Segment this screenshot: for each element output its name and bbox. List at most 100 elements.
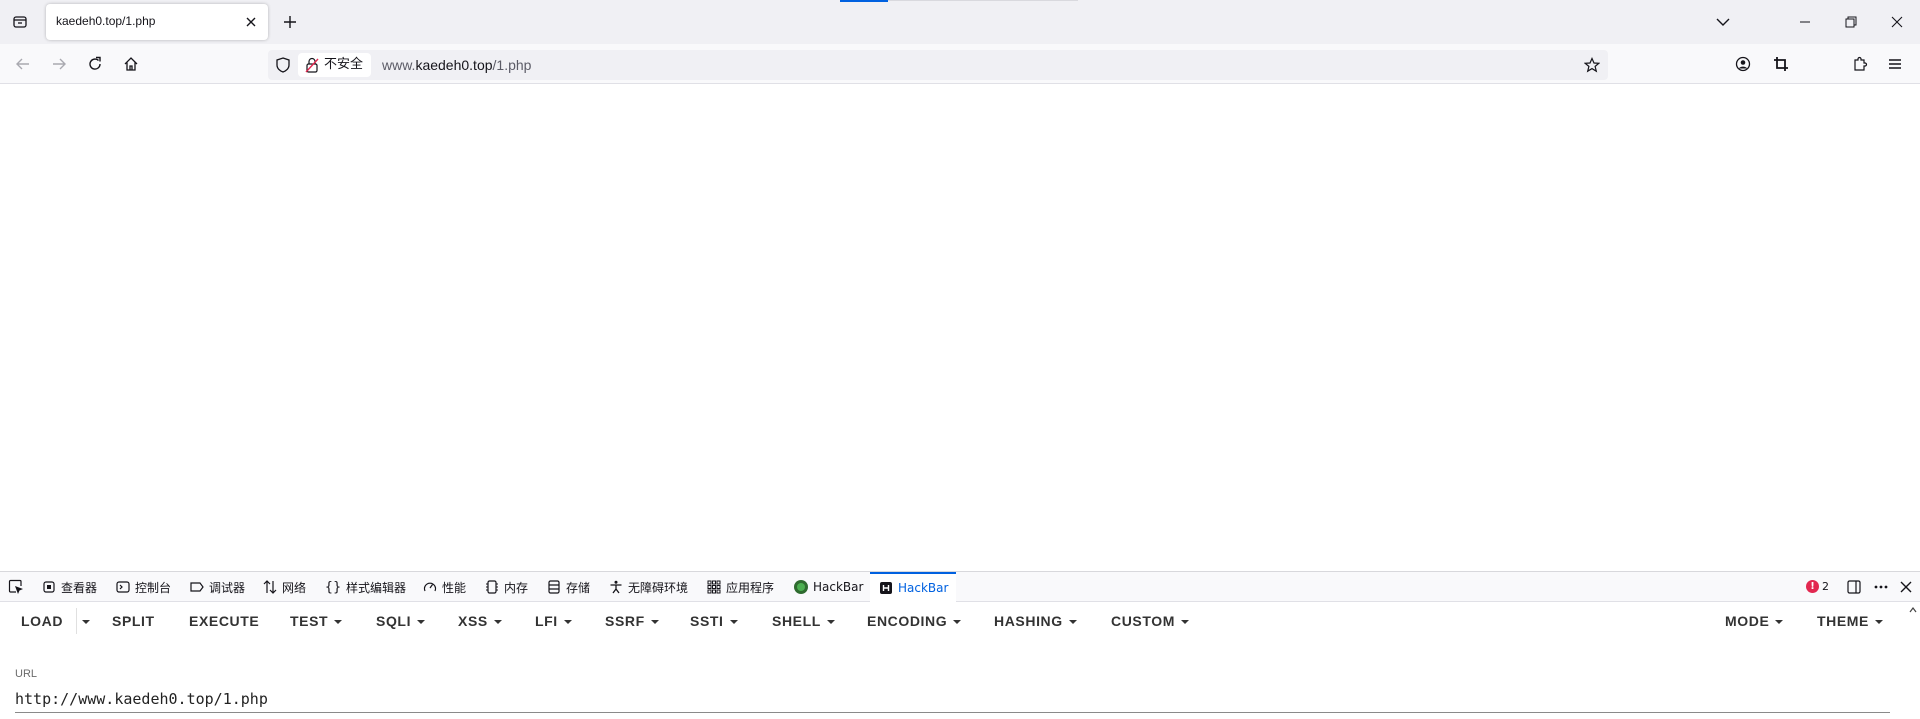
devtools-tab-debugger[interactable]: 调试器: [189, 572, 245, 602]
ssti-menu-button[interactable]: SSTI: [690, 613, 738, 629]
tracking-protection-shield-icon[interactable]: [274, 56, 292, 74]
url-host: kaedeh0.top: [415, 57, 493, 73]
url-prefix: www.: [382, 57, 416, 73]
devtools-tab-console[interactable]: 控制台: [115, 572, 171, 602]
lfi-menu-button[interactable]: LFI: [535, 613, 572, 629]
devtools-tab-label: 性能: [442, 580, 467, 595]
test-menu-button[interactable]: TEST: [290, 613, 343, 629]
mode-label: MODE: [1725, 613, 1770, 629]
close-icon[interactable]: [242, 13, 260, 31]
sqli-label: SQLI: [376, 613, 412, 629]
devtools-tab-network[interactable]: 网络: [262, 572, 306, 602]
connection-insecure-indicator[interactable]: 不安全: [298, 53, 372, 77]
error-count: 2: [1822, 580, 1829, 593]
devtools-tab-label: 应用程序: [726, 580, 775, 595]
theme-label: THEME: [1817, 613, 1869, 629]
devtools-tab-label: 网络: [282, 580, 307, 595]
load-button[interactable]: LOAD: [21, 613, 63, 629]
ssrf-menu-button[interactable]: SSRF: [605, 613, 659, 629]
chevron-down-icon[interactable]: [1708, 10, 1738, 34]
devtools-tab-memory[interactable]: 内存: [484, 572, 528, 602]
error-count-badge[interactable]: ! 2: [1806, 580, 1829, 593]
devtools-tab-accessibility[interactable]: 无障碍环境: [608, 572, 688, 602]
hackbar-green-icon: [793, 579, 809, 595]
devtools-tab-label: 控制台: [135, 580, 172, 595]
devtools-tab-style-editor[interactable]: {} 样式编辑器: [324, 572, 406, 602]
tab-strip-indicator: [840, 0, 888, 2]
load-dropdown-caret-icon[interactable]: [82, 620, 90, 624]
devtools-tab-bar: 查看器 控制台 调试器 网络 {} 样式编辑器 性能 内存 存储 无障碍环境 应…: [0, 572, 1920, 602]
accessibility-icon: [608, 579, 624, 595]
arrow-left-icon[interactable]: [11, 52, 35, 76]
dock-side-icon[interactable]: [1844, 578, 1864, 596]
sqli-menu-button[interactable]: SQLI: [376, 613, 426, 629]
caret-down-icon: [563, 620, 572, 625]
hamburger-icon[interactable]: [1883, 52, 1907, 76]
devtools-tab-hackbar-legacy[interactable]: HackBar: [793, 572, 863, 602]
address-bar[interactable]: 不安全 www.kaedeh0.top/1.php: [268, 50, 1608, 80]
home-icon[interactable]: [119, 52, 143, 76]
shell-menu-button[interactable]: SHELL: [772, 613, 835, 629]
caret-down-icon: [953, 620, 962, 625]
xss-label: XSS: [458, 613, 488, 629]
devtools-tab-performance[interactable]: 性能: [422, 572, 466, 602]
devtools-tab-label: 调试器: [209, 580, 246, 595]
devtools-tab-label: 样式编辑器: [346, 580, 407, 595]
devtools-tab-application[interactable]: 应用程序: [706, 572, 774, 602]
reload-icon[interactable]: [83, 52, 107, 76]
url-path: /1.php: [492, 57, 532, 73]
window-close-icon[interactable]: [1882, 10, 1912, 34]
load-split-divider: [76, 608, 77, 634]
caret-down-icon: [1181, 620, 1190, 625]
caret-down-icon: [417, 620, 426, 625]
error-icon: !: [1806, 580, 1819, 593]
caret-down-icon: [1775, 620, 1784, 625]
crop-icon[interactable]: [1769, 52, 1793, 76]
devtools-tab-hackbar[interactable]: HackBar: [870, 572, 957, 602]
devtools-tab-inspector[interactable]: 查看器: [41, 572, 97, 602]
theme-menu-button[interactable]: THEME: [1817, 613, 1883, 629]
element-picker-icon[interactable]: [6, 578, 26, 596]
devtools-tab-label: 无障碍环境: [628, 580, 689, 595]
hashing-menu-button[interactable]: HASHING: [994, 613, 1077, 629]
caret-down-icon: [1068, 620, 1077, 625]
url-text[interactable]: www.kaedeh0.top/1.php: [382, 57, 531, 73]
url-field[interactable]: http://www.kaedeh0.top/1.php: [15, 690, 268, 708]
caret-down-icon: [729, 620, 738, 625]
scroll-up-icon[interactable]: [1909, 606, 1917, 614]
ssrf-label: SSRF: [605, 613, 645, 629]
hackbar-scrollbar[interactable]: [1906, 602, 1920, 719]
performance-icon: [422, 579, 438, 595]
star-icon[interactable]: [1582, 55, 1602, 75]
plus-icon[interactable]: [278, 12, 302, 32]
mode-menu-button[interactable]: MODE: [1725, 613, 1784, 629]
devtools-tab-storage[interactable]: 存储: [546, 572, 590, 602]
caret-down-icon: [1875, 620, 1883, 625]
inspector-icon: [41, 579, 57, 595]
insecure-lock-icon: [305, 57, 319, 73]
custom-label: CUSTOM: [1111, 613, 1176, 629]
hashing-label: HASHING: [994, 613, 1063, 629]
puzzle-icon[interactable]: [1848, 52, 1872, 76]
devtools-tab-label: 查看器: [61, 580, 98, 595]
close-devtools-icon[interactable]: [1896, 578, 1916, 596]
xss-menu-button[interactable]: XSS: [458, 613, 502, 629]
restore-icon[interactable]: [1836, 10, 1866, 34]
insecure-label: 不安全: [324, 57, 364, 72]
more-options-icon[interactable]: [1871, 578, 1891, 596]
application-icon: [706, 579, 722, 595]
browser-tab[interactable]: kaedeh0.top/1.php: [46, 4, 268, 40]
account-icon[interactable]: [1731, 52, 1755, 76]
list-all-tabs-icon[interactable]: [8, 12, 32, 32]
devtools-tab-label: 内存: [504, 580, 529, 595]
url-field-underline: [15, 712, 1890, 713]
split-button[interactable]: SPLIT: [112, 613, 155, 629]
arrow-right-icon[interactable]: [47, 52, 71, 76]
execute-button[interactable]: EXECUTE: [189, 613, 259, 629]
custom-menu-button[interactable]: CUSTOM: [1111, 613, 1190, 629]
minimize-icon[interactable]: [1790, 10, 1820, 34]
caret-down-icon: [650, 620, 659, 625]
encoding-menu-button[interactable]: ENCODING: [867, 613, 962, 629]
style-editor-icon: {}: [324, 579, 342, 595]
devtools-tab-label: 存储: [566, 580, 591, 595]
